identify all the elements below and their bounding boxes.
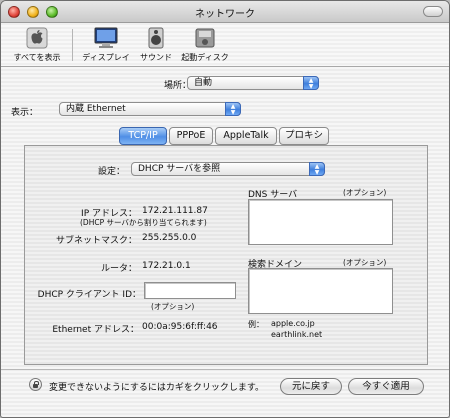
subnet-mask-label: サブネットマスク： [55,236,137,246]
example-domain-1: apple.co.jp [271,319,315,328]
config-select[interactable]: DHCP サーバを参照 ▲ ▼ [131,162,325,176]
updown-arrows-icon: ▲ ▼ [225,102,241,116]
ip-address-note: (DHCP サーバから割り当てられます) [80,218,207,227]
search-domain-optional: (オプション) [343,258,387,267]
dhcp-client-id-field[interactable] [144,282,236,299]
config-label: 設定： [97,167,125,177]
ethernet-address-label: Ethernet アドレス： [52,325,139,335]
tab-pppoe[interactable]: PPPoE [169,127,213,145]
updown-arrows-icon: ▲ ▼ [303,76,319,90]
tcpip-panel: 設定： DHCP サーバを参照 ▲ ▼ IP アドレス： 172.21.111.8… [24,145,428,365]
toolbar-sound[interactable]: サウンド [134,26,178,63]
router-value: 172.21.0.1 [142,261,191,271]
show-label: 表示： [11,108,39,118]
toolbar-show-all-label: すべてを表示 [13,53,61,62]
toolbar-separator [72,29,73,61]
dhcp-client-id-label: DHCP クライアント ID： [37,290,141,300]
router-label: ルータ： [100,264,137,274]
ethernet-address-value: 00:0a:95:6f:ff:46 [142,322,218,332]
toolbar-startup-disk-label: 起動ディスク [181,53,229,62]
apple-icon [24,26,50,50]
updown-arrows-icon: ▲ ▼ [309,162,325,176]
toolbar-display-label: ディスプレイ [82,53,130,62]
apply-now-button[interactable]: 今すぐ適用 [348,378,424,395]
lock-icon[interactable] [29,378,42,391]
tab-proxy[interactable]: プロキシ [279,127,329,145]
toolbar-show-all[interactable]: すべてを表示 [7,26,67,63]
location-select[interactable]: 自動 ▲ ▼ [187,76,319,90]
toolbar-startup-disk[interactable]: 起動ディスク [179,26,231,63]
lock-hint-text: 変更できないようにするにはカギをクリックします。 [49,383,265,393]
subnet-mask-value: 255.255.0.0 [142,233,197,243]
display-icon [93,26,119,50]
window-title: ネットワーク [195,9,255,20]
footer-divider [1,369,449,370]
example-domain-2: earthlink.net [271,330,323,339]
toolbar-toggle-button[interactable] [423,6,443,17]
tab-tcpip[interactable]: TCP/IP [119,127,167,145]
show-select[interactable]: 内蔵 Ethernet ▲ ▼ [59,102,241,116]
dns-server-field[interactable] [248,199,393,245]
config-value: DHCP サーバを参照 [138,164,221,174]
location-value: 自動 [194,78,213,88]
ip-address-value: 172.21.111.87 [142,206,208,216]
toolbar-sound-label: サウンド [140,53,172,62]
speaker-icon [143,26,169,50]
title-bar: ネットワーク [1,1,449,23]
location-label: 場所： [163,81,191,91]
revert-button[interactable]: 元に戻す [280,378,342,395]
dhcp-client-id-optional: (オプション) [151,302,195,311]
startup-disk-icon [192,26,218,50]
dns-server-optional: (オプション) [343,188,387,197]
tab-appletalk[interactable]: AppleTalk [215,127,277,145]
search-domain-field[interactable] [248,268,393,314]
toolbar-display[interactable]: ディスプレイ [81,26,131,63]
show-value: 内蔵 Ethernet [66,104,126,114]
example-label: 例： [248,320,264,329]
toolbar: すべてを表示 ディスプレイ サウンド 起動ディスク [1,23,449,67]
network-preferences-window: ネットワーク すべてを表示 ディスプレイ サウンド 起動ディスク 場所： 自動 … [0,0,450,418]
